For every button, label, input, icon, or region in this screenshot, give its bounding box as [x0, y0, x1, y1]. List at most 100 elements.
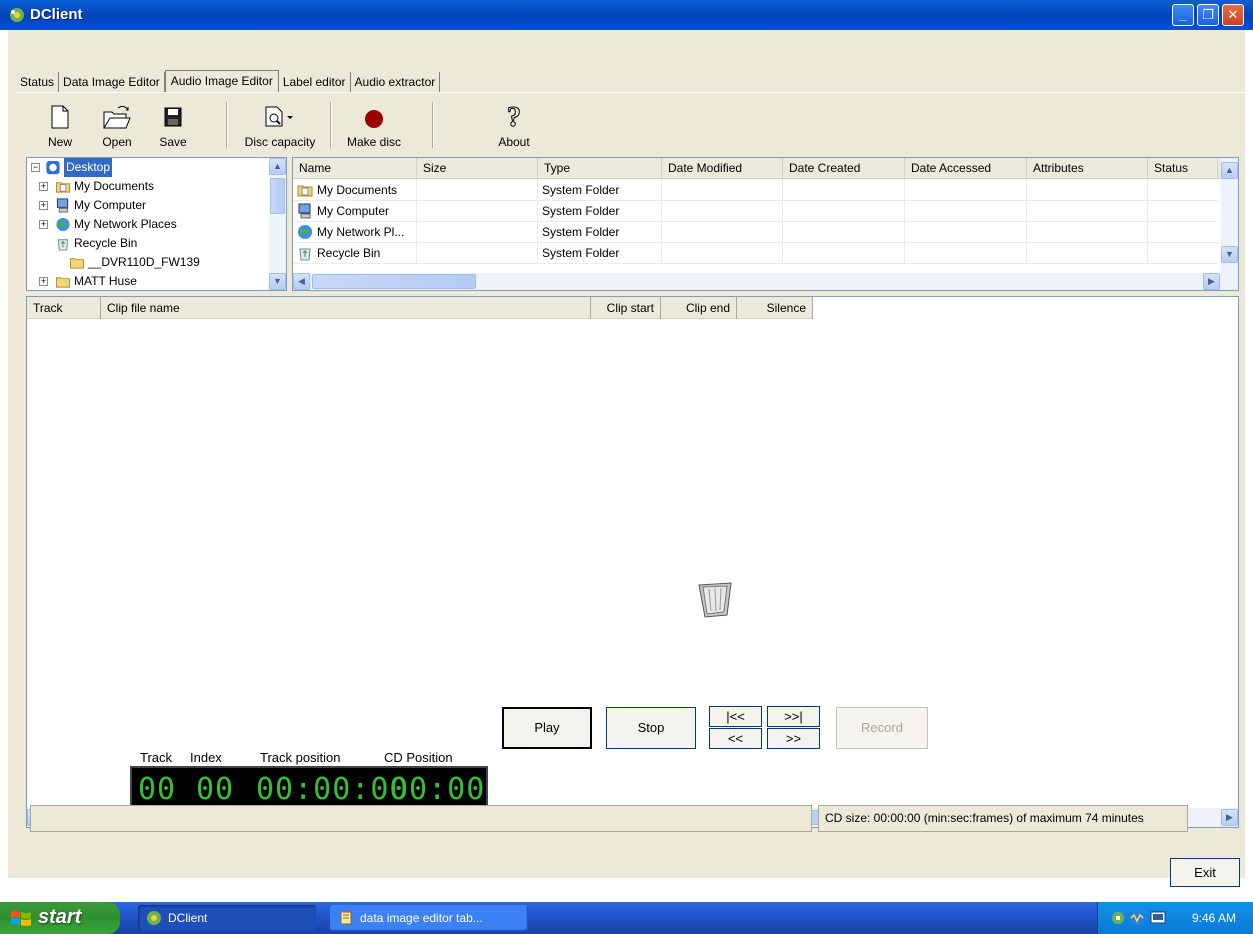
tab-panel-border	[16, 92, 1245, 93]
file-row[interactable]: Recycle Bin System Folder	[293, 243, 1218, 264]
column-date-modified[interactable]: Date Modified	[662, 158, 783, 179]
file-row[interactable]: My Network Pl... System Folder	[293, 222, 1218, 243]
lcd-cd-position: 00:00	[390, 772, 486, 807]
close-button[interactable]: ✕	[1222, 4, 1244, 26]
save-button[interactable]: Save	[150, 100, 196, 152]
taskbar-item-dclient[interactable]: DClient	[138, 905, 316, 931]
collapse-icon[interactable]: −	[31, 163, 40, 172]
stop-button[interactable]: Stop	[606, 707, 696, 749]
column-silence[interactable]: Silence	[737, 297, 813, 319]
scroll-right-icon[interactable]: ▶	[1221, 809, 1238, 826]
file-attributes-cell	[1027, 222, 1148, 243]
file-size-cell	[417, 243, 538, 264]
previous-track-button[interactable]: |<<	[709, 706, 762, 727]
minimize-button[interactable]: _	[1172, 4, 1194, 26]
file-row[interactable]: My Computer System Folder	[293, 201, 1218, 222]
fast-forward-button[interactable]: >>	[767, 728, 820, 749]
document-app-icon	[340, 911, 352, 925]
dclient-app-icon	[10, 8, 24, 22]
display-tray-icon[interactable]	[1150, 910, 1166, 926]
column-clip-file-name[interactable]: Clip file name	[101, 297, 591, 319]
file-date-modified-cell	[662, 180, 783, 201]
next-track-button[interactable]: >>|	[767, 706, 820, 727]
tab-audio-image-editor[interactable]: Audio Image Editor	[164, 70, 279, 93]
tree-item-label: Desktop	[64, 158, 113, 177]
cd-size-status: CD size: 00:00:00 (min:sec:frames) of ma…	[818, 805, 1188, 832]
file-size-cell	[417, 222, 538, 243]
file-size-cell	[417, 180, 538, 201]
column-track[interactable]: Track	[27, 297, 101, 319]
column-date-accessed[interactable]: Date Accessed	[905, 158, 1027, 179]
file-date-modified-cell	[662, 201, 783, 222]
tab-status[interactable]: Status	[16, 72, 60, 93]
file-list-header: Name Size Type Date Modified Date Create…	[293, 158, 1238, 179]
open-button[interactable]: Open	[92, 100, 142, 152]
taskbar-item-label: DClient	[168, 911, 208, 925]
network-tray-icon[interactable]	[1110, 910, 1126, 926]
audio-tray-icon[interactable]	[1128, 910, 1146, 926]
rewind-button[interactable]: <<	[709, 728, 762, 749]
computer-icon	[56, 198, 69, 213]
expand-icon[interactable]: +	[39, 277, 48, 286]
column-status[interactable]: Status	[1148, 158, 1218, 179]
file-list-horizontal-scrollbar[interactable]: ◀ ▶	[293, 273, 1238, 290]
scroll-down-icon[interactable]: ▼	[1221, 246, 1238, 263]
toolbar-separator	[432, 102, 434, 148]
file-date-created-cell	[783, 180, 905, 201]
toolbar-separator	[226, 102, 228, 148]
taskbar-item-data-image-editor[interactable]: data image editor tab...	[330, 905, 528, 931]
new-button[interactable]: New	[40, 100, 80, 152]
scroll-right-icon[interactable]: ▶	[1203, 273, 1220, 290]
column-date-created[interactable]: Date Created	[783, 158, 905, 179]
column-name[interactable]: Name	[293, 158, 417, 179]
scroll-down-icon[interactable]: ▼	[269, 273, 286, 290]
lcd-track-position: 00:00:00	[256, 772, 409, 807]
expand-icon[interactable]: +	[39, 182, 48, 191]
about-button[interactable]: ? About	[490, 100, 538, 152]
column-clip-end[interactable]: Clip end	[661, 297, 737, 319]
file-date-created-cell	[783, 222, 905, 243]
file-attributes-cell	[1027, 243, 1148, 264]
scroll-thumb[interactable]	[312, 274, 476, 289]
file-list[interactable]: Name Size Type Date Modified Date Create…	[292, 157, 1239, 291]
record-button[interactable]: Record	[836, 707, 928, 749]
play-button[interactable]: Play	[502, 707, 592, 749]
scroll-up-icon[interactable]: ▲	[269, 158, 286, 175]
file-type-cell: System Folder	[538, 243, 662, 264]
start-button[interactable]: start	[0, 902, 120, 934]
file-list-vertical-scrollbar[interactable]: ▲ ▼	[1221, 158, 1238, 273]
expand-icon[interactable]: +	[39, 201, 48, 210]
recycle-bin-icon	[57, 239, 69, 251]
scroll-up-icon[interactable]: ▲	[1221, 162, 1238, 179]
column-attributes[interactable]: Attributes	[1027, 158, 1148, 179]
disc-capacity-button[interactable]: Disc capacity	[238, 100, 322, 152]
title-bar: DClient _ ❐ ✕	[0, 0, 1253, 30]
tab-label-editor[interactable]: Label editor	[279, 72, 351, 93]
scroll-thumb[interactable]	[270, 178, 285, 214]
expand-icon[interactable]: +	[39, 220, 48, 229]
open-label: Open	[102, 135, 132, 149]
folder-tree[interactable]: − Desktop + My Documents + My Computer +…	[26, 157, 287, 291]
scroll-left-icon[interactable]: ◀	[293, 273, 310, 290]
column-type[interactable]: Type	[538, 158, 662, 179]
file-date-accessed-cell	[905, 222, 1027, 243]
trash-bin-icon[interactable]	[695, 579, 735, 619]
restore-button[interactable]: ❐	[1197, 4, 1219, 26]
column-size[interactable]: Size	[417, 158, 538, 179]
file-attributes-cell	[1027, 201, 1148, 222]
column-clip-start[interactable]: Clip start	[591, 297, 661, 319]
tree-item-label: __DVR110D_FW139	[88, 255, 200, 269]
desktop-icon	[46, 160, 60, 175]
lcd-label-cd-position: CD Position	[384, 750, 453, 765]
tree-vertical-scrollbar[interactable]: ▲ ▼	[269, 158, 286, 290]
file-row[interactable]: My Documents System Folder	[293, 180, 1218, 201]
taskbar-item-label: data image editor tab...	[360, 911, 483, 925]
make-disc-button[interactable]: Make disc	[340, 100, 408, 152]
lcd-index: 00	[196, 772, 235, 807]
tab-audio-extractor[interactable]: Audio extractor	[351, 72, 441, 93]
lcd-display: 00 00 00:00:00 00:00	[130, 766, 488, 809]
tab-data-image-editor[interactable]: Data Image Editor	[59, 72, 165, 93]
svg-text:?: ?	[507, 102, 521, 132]
exit-button[interactable]: Exit	[1170, 858, 1240, 887]
question-mark-icon: ?	[507, 102, 522, 132]
